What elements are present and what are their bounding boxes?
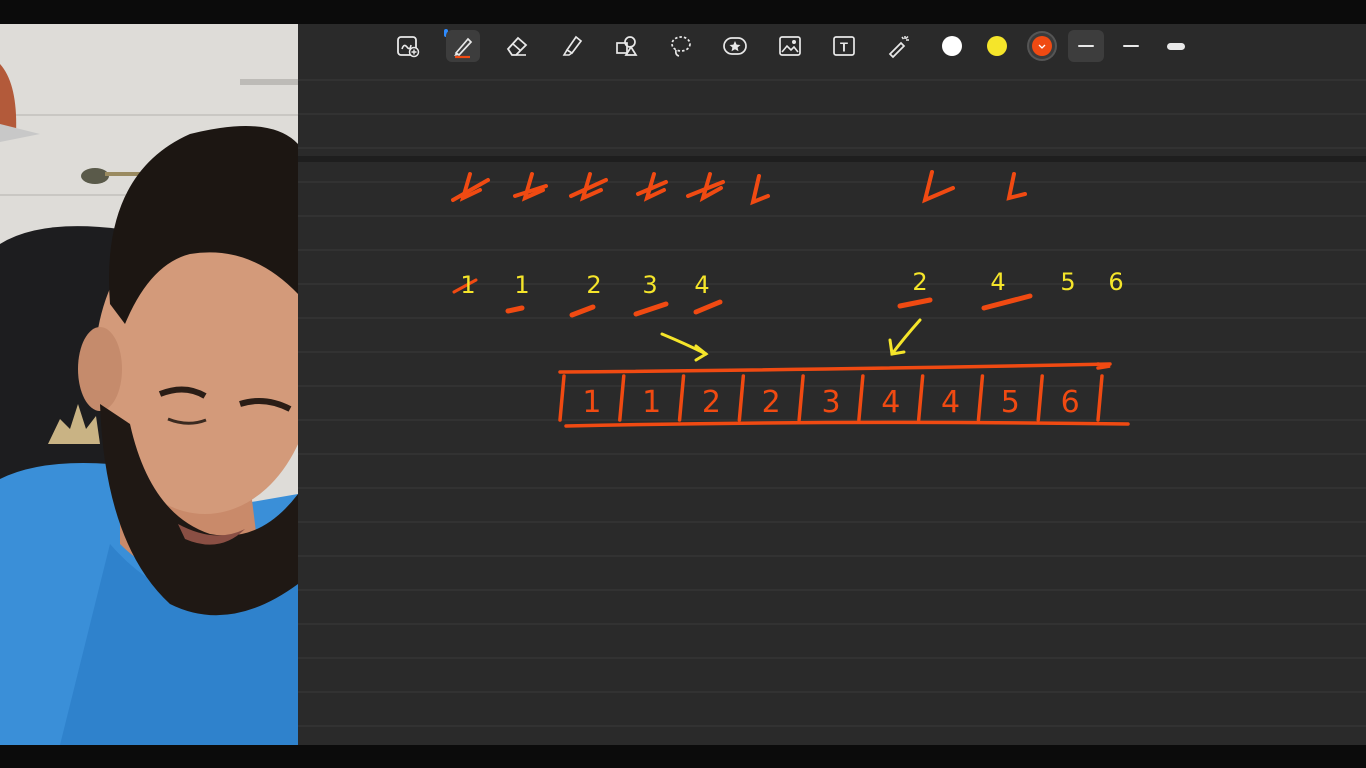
cross-out-stroke <box>451 178 490 202</box>
underline-stroke <box>505 305 525 314</box>
merged-cell-value: 3 <box>821 385 840 420</box>
left-pointer-marks <box>451 170 1027 206</box>
merged-cell-value: 4 <box>881 385 900 420</box>
cell-divider <box>1096 374 1104 422</box>
stroke-thin-option[interactable] <box>1068 30 1104 62</box>
left-value: 1 <box>514 271 529 299</box>
left-value: 1 <box>460 271 475 299</box>
array-bottom-edge <box>564 420 1130 428</box>
cell-divider <box>677 374 686 422</box>
eraser-tool-button[interactable] <box>500 30 534 62</box>
merged-cell-value: 1 <box>582 385 601 420</box>
pen-icon <box>454 37 473 59</box>
merged-cell-value: 2 <box>702 385 721 420</box>
right-value: 6 <box>1108 268 1123 296</box>
add-page-icon <box>397 36 420 58</box>
underline-stroke <box>693 299 723 315</box>
cell-divider <box>857 374 865 422</box>
merged-cell-value: 1 <box>642 385 661 420</box>
merged-cell-value: 2 <box>762 385 781 420</box>
text-box-icon: T <box>833 36 855 56</box>
chevron-down-icon <box>1038 44 1046 49</box>
pointer-mark <box>1006 172 1027 201</box>
pointer-mark <box>922 170 955 204</box>
cell-divider <box>916 374 925 422</box>
right-value: 2 <box>912 268 927 296</box>
cell-divider <box>558 374 566 422</box>
arrow-left <box>890 318 922 356</box>
right-value: 4 <box>990 268 1005 296</box>
underline-stroke <box>981 293 1033 311</box>
left-value: 4 <box>694 271 709 299</box>
color-white-swatch[interactable] <box>942 36 962 56</box>
shapes-tool-button[interactable] <box>609 30 643 62</box>
cell-divider <box>976 374 985 422</box>
laser-pointer-icon <box>888 35 909 59</box>
lasso-icon <box>671 36 691 57</box>
right-value: 5 <box>1060 268 1075 296</box>
color-yellow-swatch[interactable] <box>987 36 1007 56</box>
right-subarray: 2 4 5 6 <box>912 268 1123 296</box>
image-tool-button[interactable] <box>773 30 807 62</box>
laser-pointer-button[interactable] <box>882 30 916 62</box>
array-top-edge <box>558 362 1112 374</box>
text-tool-button[interactable]: T <box>827 30 861 62</box>
whiteboard[interactable]: T 1 1 2 2 3 4 4 5 6 1 1 2 3 4 2 4 5 6 <box>298 24 1366 745</box>
merge-arrows <box>660 318 922 362</box>
stroke-thick-option[interactable] <box>1158 30 1194 62</box>
array-corner-tick <box>1096 362 1111 370</box>
star-sticker-icon <box>723 37 747 55</box>
consumed-underlines <box>452 278 1033 318</box>
ink-layer: 1 1 2 2 3 4 4 5 6 1 1 2 3 4 2 4 5 6 <box>298 79 1366 727</box>
underline-stroke <box>897 297 933 309</box>
underline-stroke <box>633 301 669 317</box>
image-icon <box>779 36 801 56</box>
webcam-feed <box>0 24 298 745</box>
highlighter-icon <box>562 35 583 56</box>
merged-cell-value: 4 <box>941 385 960 420</box>
underline-stroke <box>569 304 596 318</box>
cell-divider <box>797 374 805 422</box>
lasso-tool-button[interactable] <box>664 30 698 62</box>
cell-divider <box>737 374 746 422</box>
drawing-canvas[interactable]: 1 1 2 2 3 4 4 5 6 1 1 2 3 4 2 4 5 6 <box>298 68 1366 745</box>
add-page-button[interactable] <box>391 30 425 62</box>
left-subarray: 1 1 2 3 4 <box>460 271 709 299</box>
cell-divider <box>1036 374 1044 422</box>
cell-divider <box>618 374 626 422</box>
pointer-mark <box>750 174 770 206</box>
shapes-icon <box>616 36 638 56</box>
eraser-icon <box>506 36 528 56</box>
stroke-medium-option[interactable] <box>1113 30 1149 62</box>
drawing-toolbar: T <box>298 24 1366 68</box>
left-value: 3 <box>642 271 657 299</box>
merged-cell-value: 6 <box>1061 385 1080 420</box>
left-value: 2 <box>586 271 601 299</box>
pen-tool-button[interactable] <box>446 30 480 62</box>
color-orange-swatch[interactable] <box>1032 36 1052 56</box>
sticker-tool-button[interactable] <box>718 30 752 62</box>
merged-cell-value: 5 <box>1001 385 1020 420</box>
page-separator <box>298 156 1366 162</box>
arrow-right <box>660 332 708 356</box>
merged-array-cells: 1 1 2 2 3 4 4 5 6 <box>558 374 1104 422</box>
highlighter-tool-button[interactable] <box>555 30 589 62</box>
text-tool-glyph: T <box>840 40 848 55</box>
presenter-video-frame <box>0 24 298 745</box>
